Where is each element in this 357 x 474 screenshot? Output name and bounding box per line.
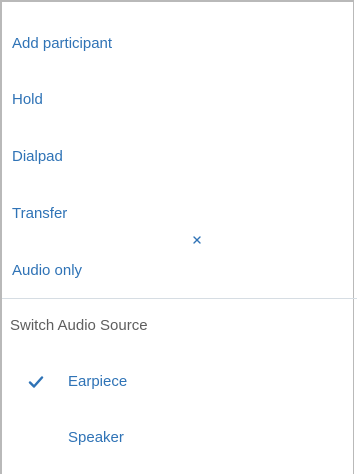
- audio-only-item[interactable]: Audio only: [12, 253, 82, 289]
- earpiece-option[interactable]: Earpiece: [28, 364, 328, 400]
- switch-audio-source-title: Switch Audio Source: [10, 317, 148, 334]
- close-icon[interactable]: [193, 236, 201, 244]
- earpiece-label: Earpiece: [68, 373, 128, 390]
- dialpad-item[interactable]: Dialpad: [12, 139, 63, 175]
- add-participant-item[interactable]: Add participant: [12, 26, 112, 62]
- call-options-menu: Add participant Hold Dialpad Transfer Au…: [0, 0, 354, 474]
- speaker-label: Speaker: [68, 429, 124, 446]
- section-divider: [2, 298, 357, 299]
- speaker-option[interactable]: Speaker: [28, 420, 328, 456]
- hold-item[interactable]: Hold: [12, 82, 43, 118]
- transfer-item[interactable]: Transfer: [12, 196, 67, 232]
- check-icon: [28, 376, 44, 388]
